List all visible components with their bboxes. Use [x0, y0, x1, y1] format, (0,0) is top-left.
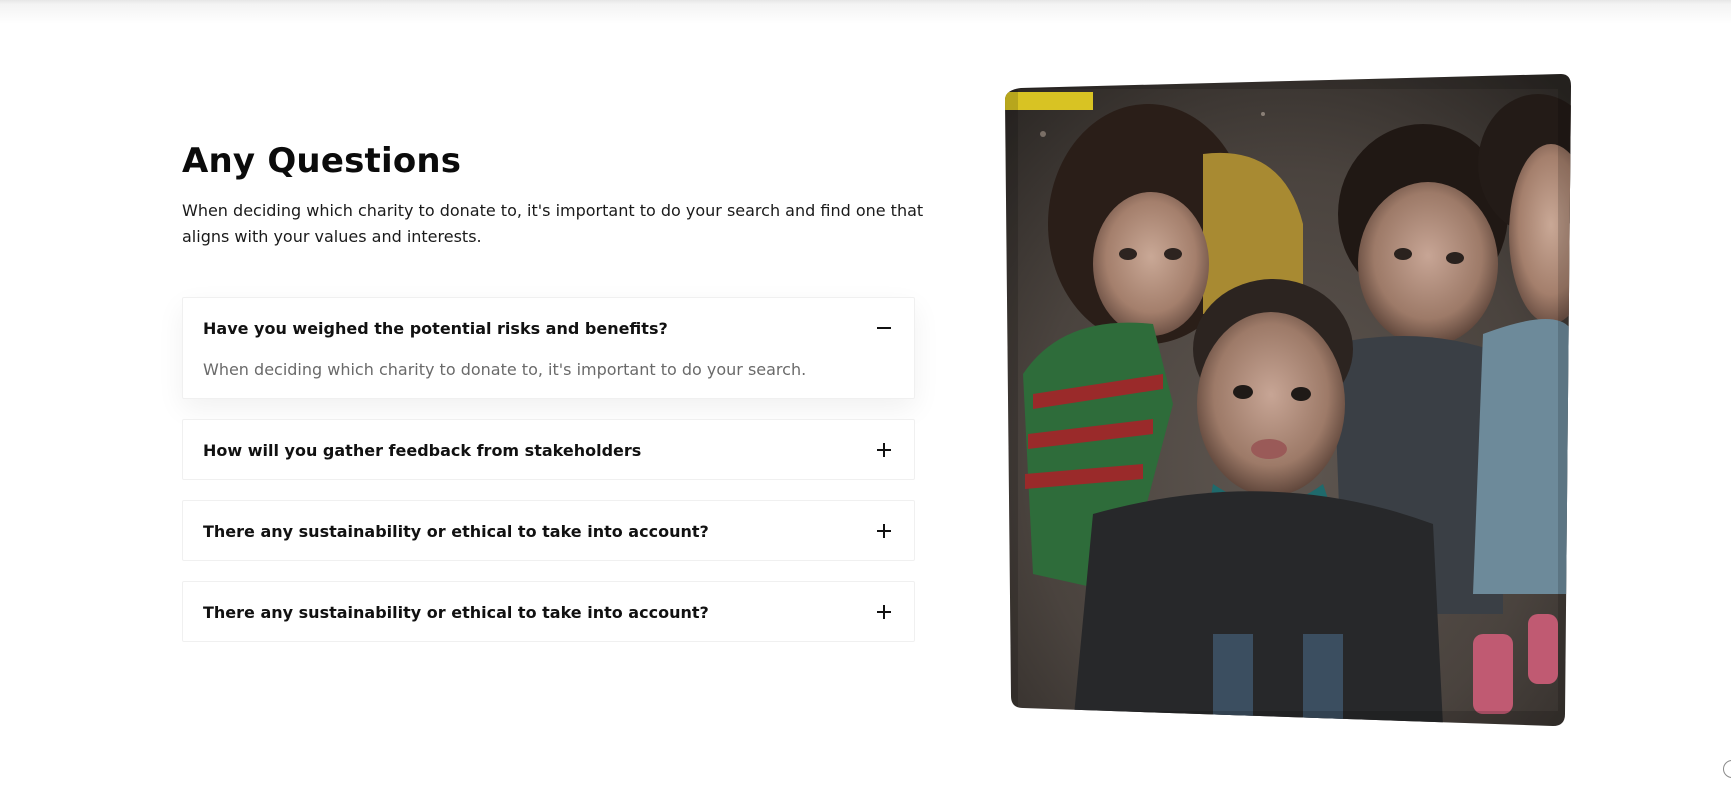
faq-intro: Any Questions When deciding which charit…	[182, 140, 972, 250]
plus-icon[interactable]	[874, 602, 894, 622]
faq-question-1[interactable]: Have you weighed the potential risks and…	[203, 298, 854, 358]
faq-question-4[interactable]: There any sustainability or ethical to t…	[203, 582, 854, 642]
header-shadow	[0, 0, 1731, 24]
plus-icon[interactable]	[874, 521, 894, 541]
faq-item-4[interactable]: There any sustainability or ethical to t…	[182, 581, 915, 642]
section-subtitle: When deciding which charity to donate to…	[182, 201, 924, 246]
faq-item-3[interactable]: There any sustainability or ethical to t…	[182, 500, 915, 561]
faq-item-2[interactable]: How will you gather feedback from stakeh…	[182, 419, 915, 480]
faq-answer-1: When deciding which charity to donate to…	[203, 360, 807, 379]
minus-icon[interactable]	[874, 318, 894, 338]
faq-question-3[interactable]: There any sustainability or ethical to t…	[203, 501, 854, 561]
children-photo	[1003, 74, 1573, 726]
section-title: Any Questions	[182, 141, 462, 181]
faq-question-2[interactable]: How will you gather feedback from stakeh…	[203, 420, 854, 480]
scroll-indicator-icon[interactable]	[1723, 760, 1731, 778]
plus-icon[interactable]	[874, 440, 894, 460]
faq-item-1[interactable]: Have you weighed the potential risks and…	[182, 297, 915, 399]
